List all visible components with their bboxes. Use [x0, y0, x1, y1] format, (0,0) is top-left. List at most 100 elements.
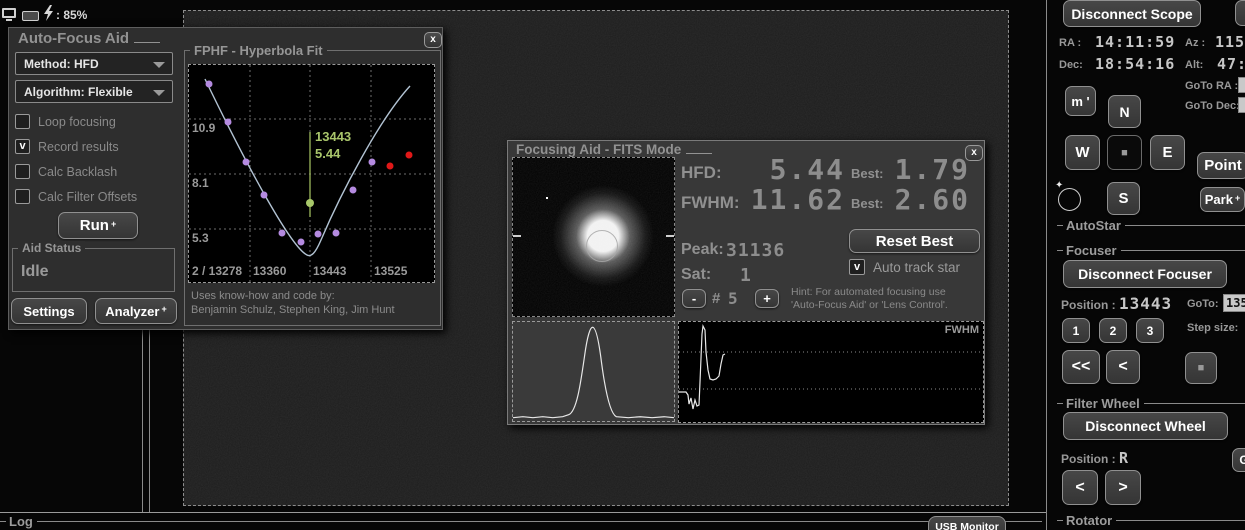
focuser-in-button[interactable]: < — [1106, 350, 1140, 384]
focuser-position-value: 13443 — [1119, 294, 1173, 313]
fwhm-plot-label: FWHM — [944, 324, 979, 336]
wheel-position-label: Position : — [1061, 452, 1116, 466]
graph-credit-line1: Uses know-how and code by: — [191, 290, 335, 302]
graph-x-tick: 2 / 13278 — [192, 264, 243, 278]
dec-value: 18:54:16 — [1095, 55, 1176, 73]
fwhm-best-value: 2.60 — [894, 183, 970, 216]
star-profile-curve — [512, 326, 675, 419]
hfd-best-label: Best: — [851, 166, 884, 181]
park-button[interactable]: Park + — [1200, 187, 1245, 212]
dec-label: Dec: — [1059, 59, 1083, 71]
graph-point-measured — [297, 238, 305, 246]
graph-point-current — [306, 199, 314, 207]
graph-point-measured — [332, 229, 340, 237]
checkbox-label: Record results — [38, 139, 119, 154]
goto-ra-field[interactable] — [1238, 77, 1245, 93]
star-profile-plot — [512, 321, 675, 422]
hfd-value: 5.44 — [769, 153, 845, 186]
focuser-position-label: Position : — [1061, 298, 1116, 312]
star-index-minus-button[interactable]: - — [682, 289, 706, 308]
card-icon — [22, 11, 39, 21]
hint-line2: 'Auto-Focus Aid' or 'Lens Control'. — [791, 299, 948, 311]
fwhm-best-label: Best: — [851, 196, 884, 211]
auto-track-checkbox[interactable]: v — [849, 259, 865, 275]
slew-north-button[interactable]: N — [1108, 95, 1141, 128]
disconnect-focuser-button[interactable]: Disconnect Focuser — [1063, 260, 1227, 288]
aid-status-value: Idle — [21, 263, 49, 280]
focuser-preset-3-button[interactable]: 3 — [1136, 318, 1164, 343]
graph-annotation-position: 13443 — [315, 129, 352, 144]
graph-point-measured — [224, 118, 232, 126]
graph-x-tick: 13360 — [253, 264, 287, 278]
hyperbola-fit-title: FPHF - Hyperbola Fit — [190, 43, 327, 58]
hfd-best-value: 1.79 — [894, 153, 970, 186]
usb-monitor-button[interactable]: USB Monitor — [928, 516, 1006, 530]
method-dropdown[interactable]: Method: HFD — [15, 52, 173, 75]
goto-ra-label: GoTo RA : — [1185, 80, 1239, 92]
wheel-prev-button[interactable]: < — [1062, 470, 1098, 505]
checkbox-record-results[interactable]: v Record results — [15, 134, 137, 159]
checkbox-box[interactable] — [15, 114, 30, 129]
analyzer-button[interactable]: Analyzer + — [95, 298, 177, 324]
auto-track-label: Auto track star — [873, 260, 961, 275]
star-index-hash: # — [712, 290, 721, 307]
stop-icon: ■ — [1121, 146, 1128, 159]
autofocus-window-title: Auto-Focus Aid — [18, 30, 160, 47]
algorithm-dropdown[interactable]: Algorithm: Flexible — [15, 80, 173, 103]
disconnect-wheel-button[interactable]: Disconnect Wheel — [1063, 412, 1228, 440]
focuser-preset-1-button[interactable]: 1 — [1062, 318, 1090, 343]
graph-point-measured — [368, 158, 376, 166]
slew-south-button[interactable]: S — [1107, 182, 1140, 215]
aid-status-groupbox: Aid Status Idle — [12, 241, 175, 292]
filter-wheel-section-header: Filter Wheel — [1057, 396, 1245, 411]
battery-percent: : 85% — [56, 8, 88, 22]
hyperbola-fit-groupbox: FPHF - Hyperbola Fit 10.9 8.1 5.3 2 / 13278… — [184, 43, 441, 326]
star-index-plus-button[interactable]: + — [755, 289, 779, 308]
bottom-separator-line — [0, 512, 1046, 513]
run-button[interactable]: Run + — [58, 212, 138, 239]
focuser-in-fast-button[interactable]: << — [1062, 350, 1100, 384]
focuser-preset-2-button[interactable]: 2 — [1099, 318, 1127, 343]
graph-point-measured — [314, 230, 322, 238]
graph-point-outlier — [405, 151, 413, 159]
point-button[interactable]: Point — [1197, 152, 1245, 179]
fwhm-label: FWHM: — [681, 193, 740, 212]
wheel-next-button[interactable]: > — [1105, 470, 1141, 505]
sync-m-button[interactable]: m ' — [1065, 86, 1096, 116]
checkbox-box[interactable] — [15, 164, 30, 179]
hint-line1: Hint: For automated focusing use — [791, 286, 946, 298]
checkbox-calc-filter-offsets[interactable]: Calc Filter Offsets — [15, 184, 137, 209]
slew-stop-button[interactable]: ■ — [1107, 135, 1142, 170]
reset-best-button[interactable]: Reset Best — [849, 229, 980, 253]
focuser-stop-button[interactable]: ■ — [1185, 352, 1217, 384]
sat-label: Sat: — [681, 266, 712, 283]
graph-y-tick: 8.1 — [192, 176, 209, 190]
alt-label: Alt: — [1185, 59, 1204, 71]
star-preview-image[interactable] — [512, 157, 675, 317]
fwhm-value: 11.62 — [750, 183, 845, 216]
chevron-down-icon — [153, 62, 165, 68]
disconnect-scope-button[interactable]: Disconnect Scope — [1063, 0, 1201, 27]
goto-dec-field[interactable] — [1238, 97, 1245, 113]
peak-value: 31136 — [726, 240, 786, 261]
right-separator-line — [1046, 0, 1047, 530]
edge-cut-button[interactable] — [1235, 0, 1245, 26]
settings-button[interactable]: Settings — [11, 298, 87, 324]
crosshair-tick-left — [513, 235, 521, 237]
hyperbola-fit-plot[interactable]: 10.9 8.1 5.3 2 / 13278 13360 13443 13525 13443 5… — [188, 64, 435, 283]
checkbox-box[interactable] — [15, 189, 30, 204]
right-control-panel: Disconnect Scope RA : 14:11:59 Az : 115:… — [1055, 0, 1245, 530]
graph-point-measured — [205, 80, 213, 88]
close-icon[interactable]: x — [424, 32, 442, 48]
slew-east-button[interactable]: E — [1150, 135, 1185, 170]
wheel-go-button[interactable]: G — [1232, 448, 1245, 472]
checkbox-loop-focusing[interactable]: Loop focusing — [15, 109, 137, 134]
analyzer-button-plus: + — [161, 304, 167, 314]
checkbox-calc-backlash[interactable]: Calc Backlash — [15, 159, 137, 184]
sync-target-icon[interactable] — [1055, 180, 1081, 211]
focuser-goto-field[interactable]: 135 — [1223, 294, 1245, 312]
aid-status-label: Aid Status — [18, 241, 86, 255]
slew-west-button[interactable]: W — [1065, 135, 1100, 170]
star-speck — [546, 197, 548, 199]
checkbox-box[interactable]: v — [15, 139, 30, 154]
